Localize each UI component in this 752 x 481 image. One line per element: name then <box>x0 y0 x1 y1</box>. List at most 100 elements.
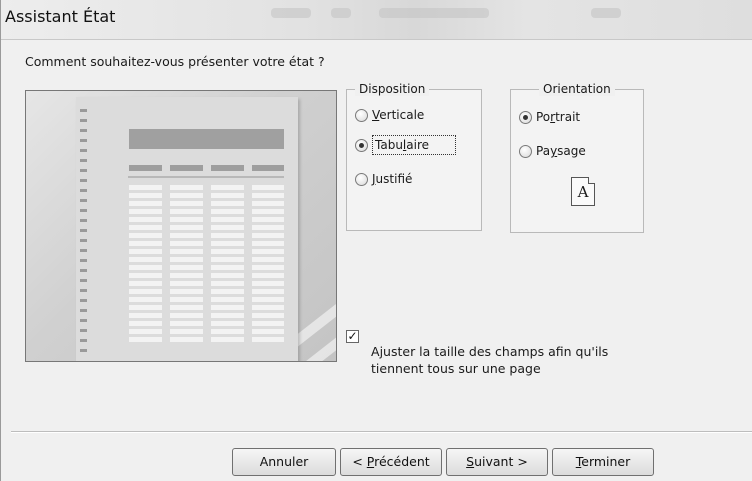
radio-button-icon[interactable] <box>355 138 368 152</box>
preview-table-cell <box>170 225 203 230</box>
preview-table-cell <box>129 281 162 286</box>
radio-tabulaire[interactable]: Tabulaire <box>355 135 456 155</box>
preview-binding-ring <box>80 209 87 212</box>
radio-portrait[interactable]: Portrait <box>519 108 580 126</box>
preview-title-bar <box>129 129 284 149</box>
radio-verticale[interactable]: Verticale <box>355 106 424 124</box>
preview-table-cell <box>170 297 203 302</box>
preview-table-cell <box>170 313 203 318</box>
preview-table-cell <box>211 209 244 214</box>
preview-table-cell <box>211 329 244 334</box>
preview-table-cell <box>252 305 284 310</box>
disposition-legend: Disposition <box>355 82 430 96</box>
preview-table-cell <box>252 289 284 294</box>
preview-table-cell <box>129 233 162 238</box>
orientation-legend: Orientation <box>539 82 615 96</box>
preview-table-cell <box>211 257 244 262</box>
preview-table-cell <box>170 273 203 278</box>
preview-table-cell <box>252 225 284 230</box>
preview-table-cell <box>170 209 203 214</box>
preview-table-cell <box>211 233 244 238</box>
preview-table-cell <box>170 249 203 254</box>
preview-table-cell <box>211 241 244 246</box>
radio-label: Justifié <box>372 172 413 186</box>
preview-table-cell <box>211 313 244 318</box>
preview-table-cell <box>211 321 244 326</box>
preview-table-cell <box>252 201 284 206</box>
preview-table-cell <box>211 225 244 230</box>
radio-button-icon[interactable] <box>519 110 532 124</box>
preview-table-cell <box>252 297 284 302</box>
preview-table-cell <box>170 217 203 222</box>
preview-table-cell <box>252 193 284 198</box>
preview-table-cell <box>211 337 244 342</box>
preview-binding-ring <box>80 219 87 222</box>
preview-table-cell <box>129 185 162 190</box>
layout-preview-image <box>25 90 337 362</box>
preview-binding-ring <box>80 189 87 192</box>
preview-binding-ring <box>80 289 87 292</box>
preview-table-cell <box>170 265 203 270</box>
preview-table-cell <box>129 313 162 318</box>
preview-table-cell <box>252 281 284 286</box>
disposition-group: Disposition Verticale Tabulaire Justifié <box>346 82 482 231</box>
fit-fields-checkbox[interactable]: ✓ <box>346 330 359 343</box>
preview-table-cell <box>211 265 244 270</box>
preview-table-cell <box>129 337 162 342</box>
preview-table-cell <box>129 225 162 230</box>
preview-table-cell <box>170 193 203 198</box>
preview-table-cell <box>129 193 162 198</box>
preview-table-cell <box>129 297 162 302</box>
radio-justifie[interactable]: Justifié <box>355 170 412 188</box>
preview-table-cell <box>170 305 203 310</box>
preview-table-cell <box>252 313 284 318</box>
preview-table-cell <box>129 209 162 214</box>
wizard-question: Comment souhaitez-vous présenter votre é… <box>25 54 325 69</box>
title-bar-blur <box>379 8 489 18</box>
preview-header-cell <box>129 165 162 171</box>
preview-table-cell <box>211 305 244 310</box>
preview-table-cell <box>129 265 162 270</box>
preview-table-cell <box>129 273 162 278</box>
previous-button[interactable]: < Précédent <box>340 448 442 476</box>
preview-table-cell <box>129 241 162 246</box>
preview-table-cell <box>252 241 284 246</box>
preview-binding-ring <box>80 309 87 312</box>
preview-table-cell <box>252 249 284 254</box>
preview-table-cell <box>211 297 244 302</box>
preview-binding-ring <box>80 229 87 232</box>
title-bar-blur <box>271 8 311 18</box>
preview-table-cell <box>211 185 244 190</box>
finish-button[interactable]: Terminer <box>552 448 654 476</box>
preview-table-cell <box>211 281 244 286</box>
next-button[interactable]: Suivant > <box>446 448 548 476</box>
preview-binding-ring <box>80 329 87 332</box>
radio-paysage[interactable]: Paysage <box>519 142 586 160</box>
preview-table-cell <box>211 273 244 278</box>
preview-table-cell <box>252 329 284 334</box>
title-bar-blur <box>591 8 621 18</box>
cancel-button[interactable]: Annuler <box>232 448 336 476</box>
radio-button-icon[interactable] <box>355 108 368 122</box>
preview-binding-ring <box>80 179 87 182</box>
preview-binding-ring <box>80 129 87 132</box>
radio-button-icon[interactable] <box>355 172 368 186</box>
preview-table-cell <box>252 257 284 262</box>
preview-table-cell <box>129 249 162 254</box>
title-bar-blur <box>331 8 351 18</box>
preview-binding-ring <box>80 339 87 342</box>
preview-binding-ring <box>80 259 87 262</box>
preview-table-cell <box>170 281 203 286</box>
preview-table-cell <box>170 329 203 334</box>
radio-button-icon[interactable] <box>519 144 532 158</box>
window-title: Assistant État <box>5 7 116 26</box>
preview-header-cell <box>211 165 244 171</box>
preview-binding-ring <box>80 159 87 162</box>
preview-table-cell <box>252 337 284 342</box>
preview-table-cell <box>129 201 162 206</box>
preview-table-cell <box>170 233 203 238</box>
radio-label: Paysage <box>536 144 586 158</box>
preview-binding-ring <box>80 319 87 322</box>
preview-binding-ring <box>80 149 87 152</box>
preview-table-cell <box>129 305 162 310</box>
